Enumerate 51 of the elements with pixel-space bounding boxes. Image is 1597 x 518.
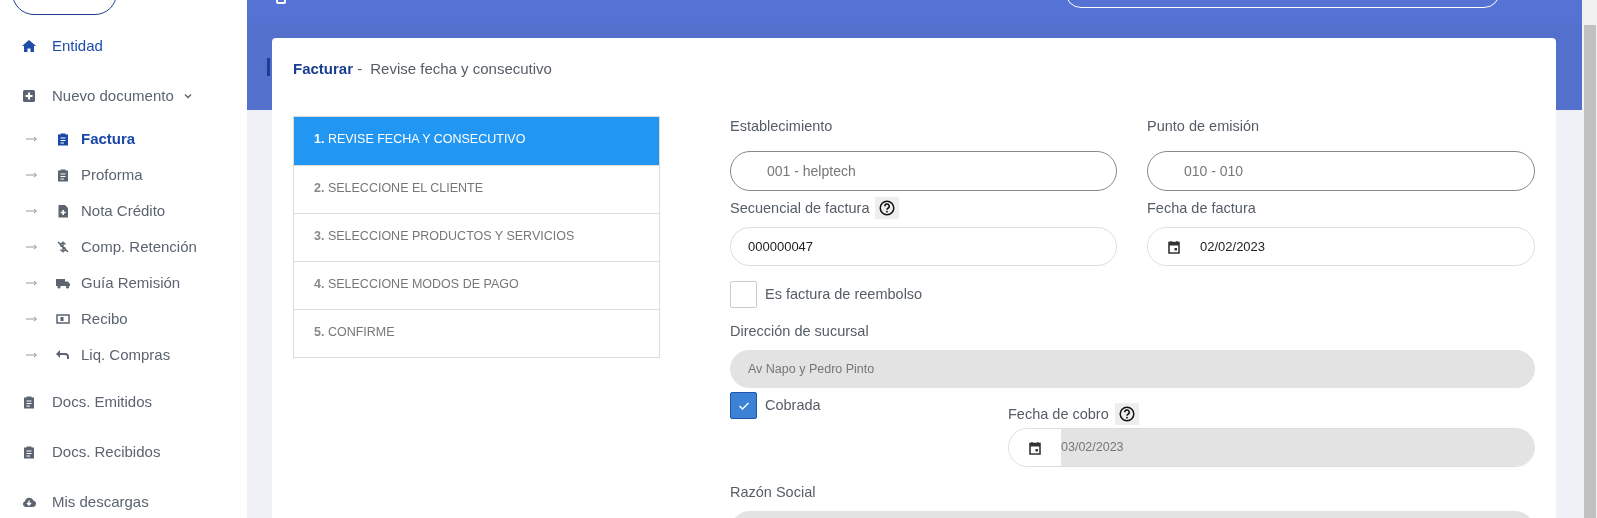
field-label: Fecha de cobro xyxy=(1008,405,1109,423)
field-label: Punto de emisión xyxy=(1147,117,1260,135)
sidebar-subitem[interactable]: Liq. Compras xyxy=(0,337,247,373)
page-subtitle: Revise fecha y consecutivo xyxy=(370,59,552,79)
sidebar-item[interactable]: Nuevo documento xyxy=(0,71,247,121)
scrollbar[interactable] xyxy=(1582,0,1597,518)
plus-square-icon xyxy=(22,89,36,103)
step-tab[interactable]: 1. REVISE FECHA Y CONSECUTIVO xyxy=(294,117,659,165)
sidebar-subitem[interactable]: Nota Crédito xyxy=(0,193,247,229)
checkbox[interactable] xyxy=(730,392,757,419)
sidebar-subitem[interactable]: Proforma xyxy=(0,157,247,193)
scrollbar-thumb[interactable] xyxy=(1584,25,1596,518)
cloud-download-icon xyxy=(22,495,36,509)
calendar-icon xyxy=(1167,239,1181,254)
sidebar-subitem[interactable]: Recibo xyxy=(0,301,247,337)
receipt-icon xyxy=(56,312,70,326)
sidebar-item[interactable]: Entidad xyxy=(0,21,247,71)
check-icon xyxy=(737,400,750,411)
clipboard-icon xyxy=(22,445,36,459)
field-label: Dirección de sucursal xyxy=(730,322,869,340)
field-label: Secuencial de factura xyxy=(730,199,870,217)
home-icon xyxy=(22,39,36,53)
sidebar-item[interactable]: Docs. Recibidos xyxy=(0,427,247,477)
field-label: Razón Social xyxy=(730,483,816,501)
file-plus-icon xyxy=(56,204,70,218)
clipboard-icon xyxy=(56,168,70,182)
sidebar-subitem[interactable]: Comp. Retención xyxy=(0,229,247,265)
page-title: Facturar - xyxy=(293,59,363,79)
checkbox-label: Es factura de reembolso xyxy=(765,284,923,304)
clipboard-icon xyxy=(56,132,70,146)
sidebar-item[interactable]: Docs. Emitidos xyxy=(0,377,247,427)
sidebar-subitem[interactable]: Guía Remisión xyxy=(0,265,247,301)
arrow-icon xyxy=(26,135,38,143)
sidebar-item[interactable]: Mis descargas xyxy=(0,477,247,518)
field-label: Establecimiento xyxy=(730,117,833,135)
arrow-icon xyxy=(26,243,38,251)
clipboard-icon xyxy=(22,395,36,409)
sidebar-subitem[interactable]: Factura xyxy=(0,121,247,157)
arrow-icon xyxy=(26,351,38,359)
no-dollar-icon xyxy=(56,240,70,254)
truck-icon xyxy=(56,276,70,290)
arrow-icon xyxy=(26,207,38,215)
accent-bar xyxy=(267,58,270,76)
calendar-icon xyxy=(1028,440,1042,455)
checkbox-label: Cobrada xyxy=(765,395,821,415)
arrow-icon xyxy=(26,315,38,323)
arrow-icon xyxy=(26,171,38,179)
arrow-icon xyxy=(26,279,38,287)
field-label: Fecha de factura xyxy=(1147,199,1256,217)
undo-icon xyxy=(56,348,70,362)
help-icon[interactable] xyxy=(875,197,900,219)
